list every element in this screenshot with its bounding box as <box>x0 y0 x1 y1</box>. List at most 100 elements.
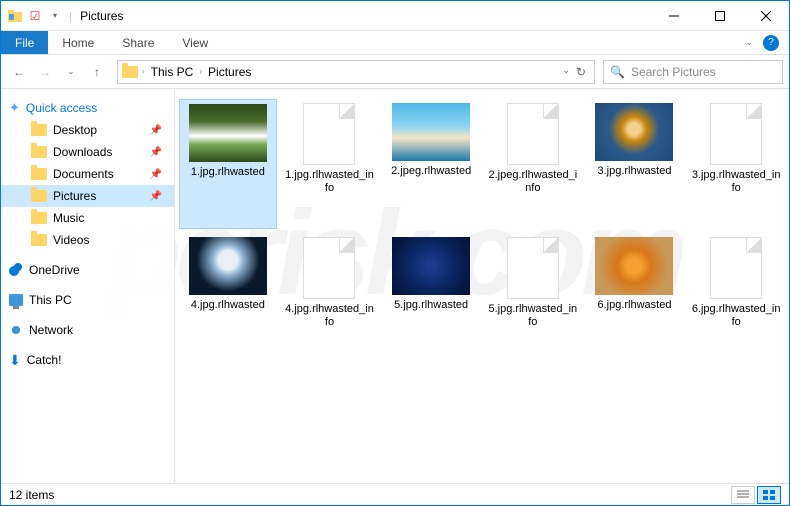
breadcrumb-current[interactable]: Pictures <box>206 65 253 79</box>
sidebar-item-pictures[interactable]: Pictures📌 <box>1 185 174 207</box>
close-button[interactable] <box>743 1 789 30</box>
file-item[interactable]: 6.jpg.rlhwasted <box>586 233 684 363</box>
tab-share[interactable]: Share <box>108 31 168 54</box>
file-grid[interactable]: 1.jpg.rlhwasted 1.jpg.rlhwasted_info 2.jpe… <box>175 89 789 483</box>
catch-icon: ⬇ <box>9 352 21 369</box>
forward-button[interactable]: → <box>33 60 57 84</box>
blank-file-icon <box>507 237 559 299</box>
address-dropdown-icon[interactable]: ⌄ <box>562 65 570 79</box>
chevron-right-icon[interactable]: › <box>199 67 202 76</box>
file-name: 5.jpg.rlhwasted_info <box>488 303 578 329</box>
pin-icon: 📌 <box>150 125 162 136</box>
file-item[interactable]: 4.jpg.rlhwasted <box>179 233 277 363</box>
file-item[interactable]: 5.jpg.rlhwasted <box>382 233 480 363</box>
tab-file[interactable]: File <box>1 31 48 54</box>
sidebar-item-desktop[interactable]: Desktop 📌 <box>1 119 174 141</box>
navigation-bar: ← → ⌄ ↑ › This PC › Pictures ⌄ ↻ 🔍 Searc… <box>1 55 789 89</box>
sidebar-item-label: Desktop <box>53 123 97 137</box>
sidebar-catch[interactable]: ⬇ Catch! <box>1 349 174 371</box>
file-name: 6.jpg.rlhwasted_info <box>691 303 781 329</box>
file-name: 4.jpg.rlhwasted <box>191 299 265 312</box>
pin-icon: 📌 <box>150 147 162 158</box>
blank-file-icon <box>710 237 762 299</box>
file-item[interactable]: 3.jpg.rlhwasted_info <box>687 99 785 229</box>
explorer-icon <box>7 8 23 24</box>
sidebar-item-music[interactable]: Music <box>1 207 174 229</box>
refresh-icon[interactable]: ↻ <box>572 65 590 79</box>
sidebar-item-documents[interactable]: Documents📌 <box>1 163 174 185</box>
recent-dropdown-icon[interactable]: ⌄ <box>59 60 83 84</box>
quick-access-label: Quick access <box>26 101 97 115</box>
sidebar-item-label: Downloads <box>53 145 112 159</box>
back-button[interactable]: ← <box>7 60 31 84</box>
image-thumbnail <box>595 237 673 295</box>
file-item[interactable]: 5.jpg.rlhwasted_info <box>484 233 582 363</box>
ribbon-expand-icon[interactable]: ⌄ <box>745 37 753 48</box>
sidebar-item-label: Videos <box>53 233 89 247</box>
image-thumbnail <box>595 103 673 161</box>
file-name: 2.jpeg.rlhwasted_info <box>488 169 578 195</box>
pc-icon <box>9 294 23 306</box>
search-input[interactable]: 🔍 Search Pictures <box>603 60 783 84</box>
star-icon: ✦ <box>9 100 20 116</box>
image-thumbnail <box>392 237 470 295</box>
thumbnails-view-button[interactable] <box>757 486 781 504</box>
folder-icon <box>122 66 138 78</box>
sidebar-item-downloads[interactable]: Downloads 📌 <box>1 141 174 163</box>
blank-file-icon <box>303 237 355 299</box>
sidebar-item-videos[interactable]: Videos <box>1 229 174 251</box>
file-item[interactable]: 4.jpg.rlhwasted_info <box>281 233 379 363</box>
file-item[interactable]: 1.jpg.rlhwasted_info <box>281 99 379 229</box>
sidebar-network[interactable]: Network <box>1 319 174 341</box>
navigation-pane: ✦Quick access Desktop📌Downloads📌Document… <box>1 89 175 483</box>
sidebar-this-pc[interactable]: This PC <box>1 289 174 311</box>
sidebar-onedrive[interactable]: OneDrive <box>1 259 174 281</box>
file-name: 2.jpeg.rlhwasted <box>391 165 471 178</box>
item-count: 12 items <box>9 488 54 502</box>
ribbon-tabs: File Home Share View ⌄ ? <box>1 31 789 55</box>
file-name: 6.jpg.rlhwasted <box>597 299 671 312</box>
sidebar-item-label: Pictures <box>53 189 96 203</box>
tab-home[interactable]: Home <box>48 31 108 54</box>
network-label: Network <box>29 323 73 337</box>
status-bar: 12 items <box>1 483 789 505</box>
image-thumbnail <box>189 237 267 295</box>
file-item[interactable]: 2.jpeg.rlhwasted_info <box>484 99 582 229</box>
search-icon: 🔍 <box>610 65 625 79</box>
minimize-button[interactable] <box>651 1 697 30</box>
folder-icon <box>31 234 47 246</box>
file-item[interactable]: 2.jpeg.rlhwasted <box>382 99 480 229</box>
file-name: 3.jpg.rlhwasted_info <box>691 169 781 195</box>
address-bar[interactable]: › This PC › Pictures ⌄ ↻ <box>117 60 595 84</box>
image-thumbnail <box>392 103 470 161</box>
help-icon[interactable]: ? <box>763 35 779 51</box>
maximize-button[interactable] <box>697 1 743 30</box>
file-name: 1.jpg.rlhwasted <box>191 166 265 179</box>
pin-icon: 📌 <box>150 169 162 180</box>
folder-icon <box>31 212 47 224</box>
blank-file-icon <box>710 103 762 165</box>
sidebar-quick-access[interactable]: ✦ Quick access <box>1 97 174 119</box>
file-item[interactable]: 1.jpg.rlhwasted <box>179 99 277 229</box>
catch-label: Catch! <box>27 353 62 367</box>
quick-access-toolbar: ☑ ▾ <box>1 8 69 24</box>
breadcrumb-root[interactable]: This PC <box>149 65 196 79</box>
file-item[interactable]: 3.jpg.rlhwasted <box>586 99 684 229</box>
up-button[interactable]: ↑ <box>85 60 109 84</box>
chevron-right-icon[interactable]: › <box>142 67 145 76</box>
file-name: 4.jpg.rlhwasted_info <box>285 303 375 329</box>
folder-icon <box>31 146 47 158</box>
thispc-label: This PC <box>29 293 72 307</box>
file-name: 5.jpg.rlhwasted <box>394 299 468 312</box>
tab-view[interactable]: View <box>168 31 222 54</box>
onedrive-icon <box>9 263 23 277</box>
properties-icon[interactable]: ☑ <box>27 8 43 24</box>
file-item[interactable]: 6.jpg.rlhwasted_info <box>687 233 785 363</box>
title-bar: ☑ ▾ | Pictures <box>1 1 789 31</box>
qat-dropdown-icon[interactable]: ▾ <box>47 8 63 24</box>
blank-file-icon <box>303 103 355 165</box>
folder-icon <box>31 124 47 136</box>
network-icon <box>9 323 23 337</box>
details-view-button[interactable] <box>731 486 755 504</box>
onedrive-label: OneDrive <box>29 263 80 277</box>
